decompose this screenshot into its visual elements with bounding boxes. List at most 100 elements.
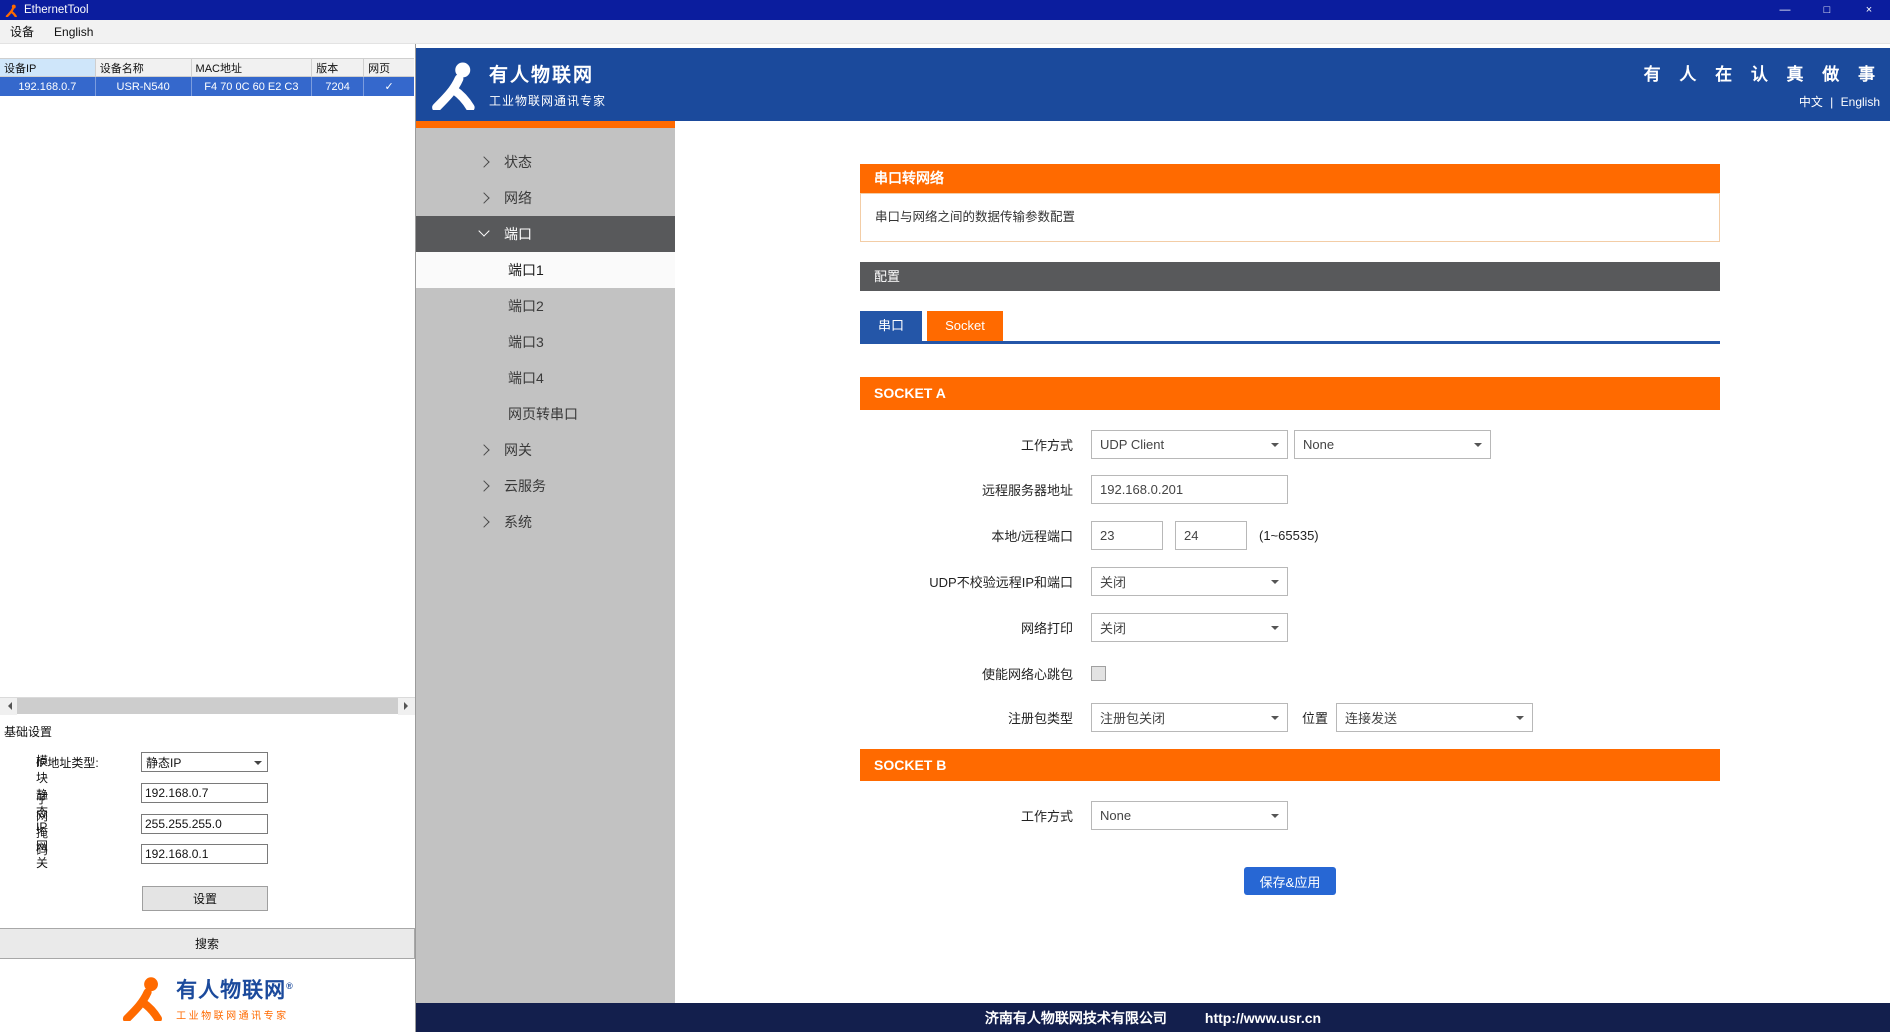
udp-check-label: UDP不校验远程IP和端口 [860, 572, 1073, 591]
static-ip-input[interactable] [141, 783, 268, 803]
config-section-bar: 配置 [860, 262, 1720, 291]
menu-item-device[interactable]: 设备 [0, 20, 44, 43]
work-mode-extra-value: None [1303, 437, 1334, 452]
ports-row: 本地/远程端口 (1~65535) [860, 520, 1720, 550]
subnet-mask-input[interactable] [141, 814, 268, 834]
remote-addr-row: 远程服务器地址 [860, 474, 1720, 504]
window-title: EthernetTool [24, 4, 89, 16]
sidebar-item-gateway[interactable]: 网关 [416, 432, 675, 468]
heartbeat-checkbox[interactable] [1091, 666, 1106, 681]
menubar: 设备 English [0, 20, 1890, 44]
regpkt-type-value: 注册包关闭 [1100, 708, 1165, 727]
sidebar-item-system[interactable]: 系统 [416, 504, 675, 540]
socketb-work-mode-row: 工作方式 None [860, 800, 1720, 830]
column-header-name[interactable]: 设备名称 [96, 59, 192, 76]
footer-company: 济南有人物联网技术有限公司 [985, 1008, 1167, 1028]
sidebar-item-cloud[interactable]: 云服务 [416, 468, 675, 504]
scroll-left-button[interactable] [0, 698, 17, 715]
device-name-cell: USR-N540 [96, 77, 192, 96]
column-header-mac[interactable]: MAC地址 [192, 59, 313, 76]
column-header-ip[interactable]: 设备IP [0, 59, 96, 76]
regpkt-pos-value: 连接发送 [1345, 708, 1397, 727]
net-print-row: 网络打印 关闭 [860, 612, 1720, 642]
brand-slogan: 工业物联网通讯专家 [176, 1007, 294, 1022]
app-window: EthernetTool — □ × 设备 English 设备IP 设备名称 … [0, 0, 1890, 1032]
heartbeat-label: 使能网络心跳包 [860, 664, 1073, 683]
heartbeat-row: 使能网络心跳包 [860, 658, 1720, 688]
sidebar-item-label: 端口3 [416, 332, 544, 352]
sidebar-item-port[interactable]: 端口 [416, 216, 675, 252]
sidebar-item-port4[interactable]: 端口4 [416, 360, 675, 396]
regpkt-pos-select[interactable]: 连接发送 [1336, 703, 1533, 732]
registered-mark: ® [286, 981, 294, 991]
web-content: 串口转网络 串口与网络之间的数据传输参数配置 配置 串口 Socket SOCK… [675, 128, 1890, 1003]
sidebar-item-port2[interactable]: 端口2 [416, 288, 675, 324]
remote-port-input[interactable] [1175, 521, 1247, 550]
maximize-button[interactable]: □ [1806, 0, 1848, 20]
ports-label: 本地/远程端口 [860, 526, 1073, 545]
ip-type-combo[interactable]: 静态IP [141, 752, 268, 772]
regpkt-label: 注册包类型 [860, 708, 1073, 727]
gateway-label: 网关 [36, 837, 48, 871]
device-table-header: 设备IP 设备名称 MAC地址 版本 网页 [0, 58, 414, 77]
socket-a-header: SOCKET A [860, 377, 1720, 410]
sidebar-item-port3[interactable]: 端口3 [416, 324, 675, 360]
column-header-web[interactable]: 网页 [364, 59, 414, 76]
titlebar: EthernetTool — □ × [0, 0, 1890, 20]
sidebar-item-label: 网页转串口 [416, 404, 578, 424]
scrollbar-thumb[interactable] [17, 698, 398, 714]
set-button[interactable]: 设置 [142, 886, 268, 911]
close-button[interactable]: × [1848, 0, 1890, 20]
language-switch: 中文 | English [1644, 93, 1882, 110]
device-version-cell: 7204 [312, 77, 364, 96]
usr-person-icon [120, 975, 166, 1021]
device-row-selected[interactable]: 192.168.0.7 USR-N540 F4 70 0C 60 E2 C3 7… [0, 77, 414, 96]
sidebar-item-web2serial[interactable]: 网页转串口 [416, 396, 675, 432]
remote-addr-label: 远程服务器地址 [860, 480, 1073, 499]
work-mode-extra-select[interactable]: None [1294, 430, 1491, 459]
save-apply-button[interactable]: 保存&应用 [1244, 867, 1336, 895]
basic-settings-title: 基础设置 [4, 723, 52, 740]
net-print-select[interactable]: 关闭 [1091, 613, 1288, 642]
gateway-input[interactable] [141, 844, 268, 864]
search-button[interactable]: 搜索 [0, 928, 415, 959]
lang-zh-link[interactable]: 中文 [1799, 95, 1823, 109]
udp-check-select[interactable]: 关闭 [1091, 567, 1288, 596]
minimize-button[interactable]: — [1764, 0, 1806, 20]
tab-serial[interactable]: 串口 [860, 311, 922, 341]
regpkt-pos-label: 位置 [1302, 708, 1328, 727]
tab-socket[interactable]: Socket [927, 311, 1003, 341]
web-brand-title: 有人物联网 [489, 60, 606, 87]
sidebar-item-label: 网络 [416, 188, 532, 208]
work-mode-select[interactable]: UDP Client [1091, 430, 1288, 459]
work-mode-label: 工作方式 [860, 435, 1073, 454]
sidebar-item-label: 系统 [416, 512, 532, 532]
sidebar-item-port1[interactable]: 端口1 [416, 252, 675, 288]
menu-item-english[interactable]: English [44, 20, 103, 43]
sidebar-item-network[interactable]: 网络 [416, 180, 675, 216]
sidebar-accent-bar [416, 121, 675, 128]
local-port-input[interactable] [1091, 521, 1163, 550]
regpkt-type-select[interactable]: 注册包关闭 [1091, 703, 1288, 732]
device-web-link-icon[interactable]: ✓ [364, 77, 414, 96]
lang-en-link[interactable]: English [1841, 95, 1880, 109]
tab-underline [860, 341, 1720, 344]
web-sidebar: 状态 网络 端口 端口1 端口2 端口3 端口4 网页转串口 网关 [416, 128, 675, 1003]
sidebar-item-label: 状态 [416, 152, 532, 172]
web-header: ® 有人物联网 工业物联网通讯专家 有 人 在 认 真 做 事 中文 | Eng… [416, 48, 1890, 121]
udp-check-row: UDP不校验远程IP和端口 关闭 [860, 566, 1720, 596]
sidebar-item-status[interactable]: 状态 [416, 144, 675, 180]
net-print-label: 网络打印 [860, 618, 1073, 637]
tab-bar: 串口 Socket [860, 311, 1720, 344]
horizontal-scrollbar[interactable] [0, 697, 415, 714]
remote-addr-input[interactable] [1091, 475, 1288, 504]
app-icon [5, 4, 18, 17]
net-print-value: 关闭 [1100, 618, 1126, 637]
work-mode-value: UDP Client [1100, 437, 1164, 452]
socketb-work-mode-select[interactable]: None [1091, 801, 1288, 830]
triangle-right-icon [404, 702, 412, 710]
scroll-right-button[interactable] [398, 698, 415, 715]
device-panel: 设备IP 设备名称 MAC地址 版本 网页 192.168.0.7 USR-N5… [0, 44, 416, 1032]
column-header-version[interactable]: 版本 [312, 59, 364, 76]
footer-url[interactable]: http://www.usr.cn [1205, 1010, 1321, 1026]
